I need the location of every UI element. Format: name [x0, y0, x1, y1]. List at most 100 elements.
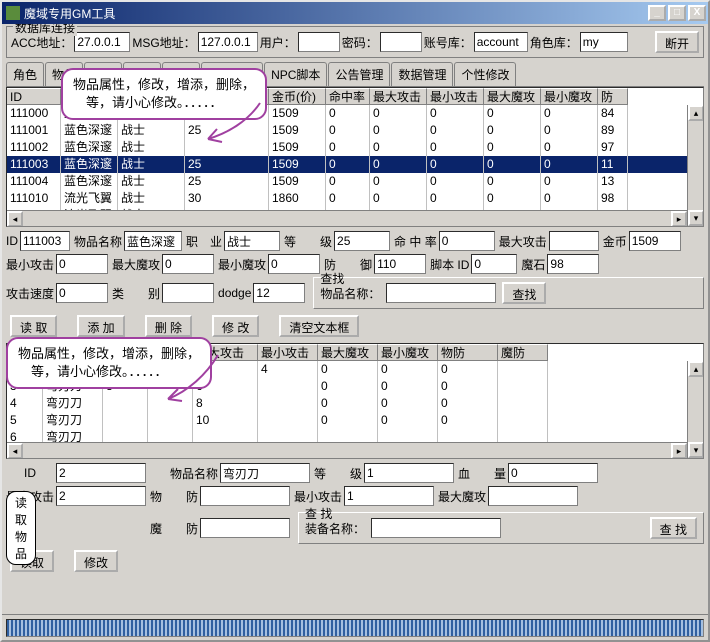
callout-1: 物品属性，修改，增添，删除， 等，请小心修改。．．．．．: [61, 68, 267, 120]
modify2-button[interactable]: 修改: [74, 550, 118, 572]
msg-input[interactable]: [198, 32, 258, 52]
delete-button[interactable]: 删 除: [145, 315, 192, 337]
find2-input[interactable]: [371, 518, 501, 538]
find-equip-group: 查 找 装备名称： 查 找: [298, 512, 704, 544]
f2-def[interactable]: [200, 486, 290, 506]
msg-label: MSG地址：: [132, 34, 195, 51]
find-name-lbl: 物品名称：: [320, 285, 380, 302]
col-header[interactable]: 魔防: [498, 344, 548, 361]
f2-maxmat[interactable]: [488, 486, 578, 506]
tab-6[interactable]: NPC脚本: [264, 62, 327, 86]
fld-scr[interactable]: [471, 254, 517, 274]
modify-button[interactable]: 修 改: [212, 315, 259, 337]
fld-dodge[interactable]: [253, 283, 305, 303]
fld-ms[interactable]: [547, 254, 599, 274]
fld-minatk[interactable]: [56, 254, 108, 274]
col-header[interactable]: 最小魔攻: [541, 88, 598, 105]
f2-lv-lbl: 等 级: [314, 465, 362, 482]
find-button[interactable]: 查找: [502, 282, 546, 304]
scroll-down-icon[interactable]: ▾: [688, 210, 704, 226]
fld-hit-lbl: 命 中 率: [394, 233, 437, 250]
find2-grp-lbl: 查 找: [305, 505, 332, 522]
db-group-title: 数据库连接: [13, 24, 77, 36]
f2-blood[interactable]: [508, 463, 598, 483]
fld-hit[interactable]: [439, 231, 495, 251]
pwd-label: 密码：: [342, 34, 378, 51]
f2-minatk[interactable]: [344, 486, 434, 506]
f2-maxatk[interactable]: [56, 486, 146, 506]
fld-type[interactable]: [162, 283, 214, 303]
scroll-down-icon[interactable]: ▾: [688, 442, 704, 458]
f2-blood-lbl: 血 量: [458, 465, 506, 482]
roledb-input[interactable]: [580, 32, 628, 52]
f2-lv[interactable]: [364, 463, 454, 483]
table-row[interactable]: 5弯刃刀10000: [7, 412, 703, 429]
clear-button[interactable]: 清空文本框: [279, 315, 359, 337]
main-window: 魔域专用GM工具 _ □ X 数据库连接 ACC地址： MSG地址： 用户： 密…: [0, 0, 710, 642]
table-row[interactable]: 4弯刃刀8000: [7, 395, 703, 412]
col-header[interactable]: 最大攻击: [370, 88, 427, 105]
tab-8[interactable]: 数据管理: [391, 62, 453, 86]
fld-job[interactable]: [224, 231, 280, 251]
col-header[interactable]: 最小魔攻: [378, 344, 438, 361]
disconnect-button[interactable]: 断开: [655, 31, 699, 53]
scroll-right-icon[interactable]: ▸: [671, 443, 687, 459]
fld-spd[interactable]: [56, 283, 108, 303]
tab-7[interactable]: 公告管理: [328, 62, 390, 86]
window-title: 魔域专用GM工具: [24, 5, 115, 22]
acc-label: ACC地址：: [11, 34, 72, 51]
client-area: 数据库连接 ACC地址： MSG地址： 用户： 密码： 账号库： 角色库： 断开…: [2, 24, 708, 614]
maximize-button[interactable]: □: [668, 5, 686, 21]
col-header[interactable]: 命中率: [326, 88, 370, 105]
col-header[interactable]: 防: [598, 88, 628, 105]
f2-mdef[interactable]: [200, 518, 290, 538]
table-row[interactable]: 111001蓝色深邃战士2515090000089: [7, 122, 703, 139]
f2-minatk-lbl: 最小攻击: [294, 488, 342, 505]
col-header[interactable]: 金币(价): [269, 88, 326, 105]
fld-maxatk[interactable]: [549, 231, 599, 251]
close-button[interactable]: X: [688, 5, 706, 21]
col-header[interactable]: 最小攻击: [427, 88, 484, 105]
scroll-up-icon[interactable]: ▴: [688, 105, 704, 121]
find2-button[interactable]: 查 找: [650, 517, 697, 539]
col-header[interactable]: 最大魔攻: [484, 88, 541, 105]
table-row[interactable]: 111002蓝色深邃战士15090000097: [7, 139, 703, 156]
acc-input[interactable]: [74, 32, 130, 52]
scroll-left-icon[interactable]: ◂: [7, 211, 23, 227]
accdb-label: 账号库：: [424, 34, 472, 51]
read-button[interactable]: 读 取: [10, 315, 57, 337]
f2-name-lbl: 物品名称: [170, 465, 218, 482]
pwd-input[interactable]: [380, 32, 422, 52]
f2-name[interactable]: [220, 463, 310, 483]
fld-maxmat[interactable]: [162, 254, 214, 274]
equip-fields: ID 物品名称 等 级 血 量 最大攻击 物 防 最小攻击 最大魔攻 最小 读取…: [6, 459, 704, 548]
accdb-input[interactable]: [474, 32, 528, 52]
item-fields: ID 物品名称 职 业 等 级 命 中 率 最大攻击 金币 最小攻击 最大魔攻 …: [6, 227, 704, 313]
fld-name[interactable]: [124, 231, 182, 251]
col-header[interactable]: ID: [7, 88, 61, 105]
col-header[interactable]: 物防: [438, 344, 498, 361]
fld-gold[interactable]: [629, 231, 681, 251]
fld-minmat[interactable]: [268, 254, 320, 274]
user-input[interactable]: [298, 32, 340, 52]
find-name-input[interactable]: [386, 283, 496, 303]
fld-lv-lbl: 等 级: [284, 233, 332, 250]
col-header[interactable]: 最小攻击: [258, 344, 318, 361]
tab-0[interactable]: 角色: [6, 62, 44, 86]
fld-lv[interactable]: [334, 231, 390, 251]
scroll-right-icon[interactable]: ▸: [671, 211, 687, 227]
minimize-button[interactable]: _: [648, 5, 666, 21]
table-row[interactable]: 111004蓝色深邃战士2515090000013: [7, 173, 703, 190]
fld-def[interactable]: [374, 254, 426, 274]
tab-9[interactable]: 个性修改: [454, 62, 516, 86]
scroll-up-icon[interactable]: ▴: [688, 361, 704, 377]
table-row[interactable]: 111010流光飞翼战士3018600000098: [7, 190, 703, 207]
user-label: 用户：: [260, 34, 296, 51]
col-header[interactable]: 最大魔攻: [318, 344, 378, 361]
f2-maxmat-lbl: 最大魔攻: [438, 488, 486, 505]
f2-id[interactable]: [56, 463, 146, 483]
table-row[interactable]: 111003蓝色深邃战士2515090000011: [7, 156, 703, 173]
fld-id[interactable]: [20, 231, 70, 251]
scroll-left-icon[interactable]: ◂: [7, 443, 23, 459]
add-button[interactable]: 添 加: [77, 315, 124, 337]
